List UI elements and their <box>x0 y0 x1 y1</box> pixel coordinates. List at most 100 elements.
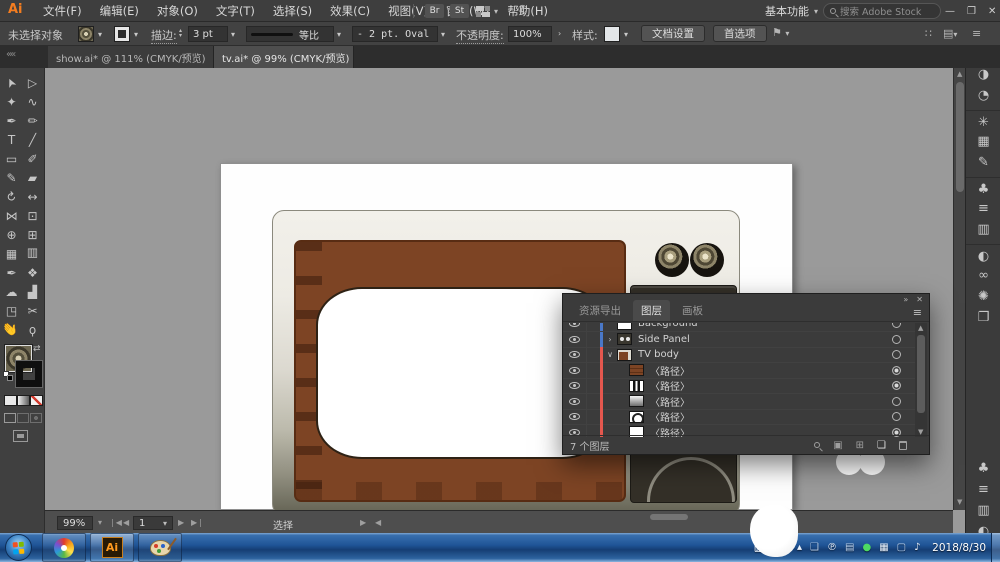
appearance-panel-icon[interactable]: ✺ <box>966 286 1000 307</box>
make-clipping-mask-icon[interactable]: ▣ <box>833 440 842 451</box>
preferences-button[interactable]: 首选项 <box>713 25 767 42</box>
transparency-panel-icon[interactable]: ◐ <box>966 244 1000 265</box>
target-icon[interactable] <box>892 323 901 328</box>
draw-normal-mode-icon[interactable] <box>4 413 16 423</box>
menu-item[interactable]: 文件(F) <box>34 0 91 22</box>
volume-tray-icon[interactable]: ♪ <box>914 542 920 553</box>
stroke-weight-stepper[interactable]: ▴▾ <box>179 28 182 38</box>
visibility-eye-icon[interactable] <box>569 398 580 405</box>
lasso-tool[interactable]: ∿ <box>22 92 43 111</box>
magic-wand-tool[interactable]: ✦ <box>1 92 22 111</box>
path-row[interactable]: 〈路径〉 <box>563 363 915 379</box>
shape-builder-tool[interactable]: ⊕ <box>1 225 22 244</box>
scrollbar-thumb[interactable] <box>917 335 925 413</box>
width-tool[interactable]: ⋈ <box>1 206 22 225</box>
new-sublayer-icon[interactable]: ⊞ <box>856 440 864 451</box>
screen-mode-icon[interactable] <box>13 430 28 442</box>
tab-layers[interactable]: 图层 <box>633 300 670 321</box>
menu-item[interactable]: 选择(S) <box>264 0 321 22</box>
menu-item[interactable]: 对象(O) <box>148 0 207 22</box>
taskbar-paint-button[interactable] <box>138 533 182 562</box>
taskbar-browser-button[interactable] <box>42 533 86 562</box>
taskbar-clock[interactable]: 2018/8/30 <box>932 533 986 562</box>
minimize-button[interactable]: — <box>945 6 955 17</box>
hand-tool[interactable]: ✋ <box>1 320 22 339</box>
rectangle-tool[interactable]: ▭ <box>1 149 22 168</box>
next-artboard-icon[interactable]: ▶ <box>178 518 184 527</box>
new-layer-icon[interactable]: ❏ <box>877 440 886 451</box>
opacity-label[interactable]: 不透明度: <box>456 27 504 44</box>
line-segment-tool[interactable]: ╱ <box>22 130 43 149</box>
scrollbar-thumb[interactable] <box>956 82 964 192</box>
rotate-tool[interactable]: ↻ <box>1 187 22 206</box>
last-artboard-icon[interactable]: ▶❘ <box>191 518 204 527</box>
recolor-artwork-icon[interactable]: ✳ <box>966 110 1000 131</box>
collapse-status-icon[interactable]: ◀ <box>375 518 381 527</box>
scroll-up-icon[interactable]: ▲ <box>957 70 962 78</box>
zoom-dropdown-icon[interactable]: ▾ <box>98 518 102 527</box>
symbol-sprayer-tool[interactable]: ☁ <box>1 282 22 301</box>
direct-selection-tool[interactable]: ▷ <box>22 73 43 92</box>
align-options-icon[interactable]: ∷ <box>925 27 932 40</box>
target-icon[interactable] <box>892 412 901 421</box>
libraries-panel-icon[interactable]: ∞ <box>966 265 1000 286</box>
target-icon[interactable] <box>892 397 901 406</box>
column-graph-tool[interactable]: ▟ <box>22 282 43 301</box>
stroke-swatch[interactable] <box>16 361 42 387</box>
blend-tool[interactable]: ❖ <box>22 263 43 282</box>
chevron-down-icon[interactable]: ▾ <box>494 7 498 16</box>
stack-panel-icon[interactable]: ▤▾ <box>943 27 957 40</box>
draw-behind-mode-icon[interactable] <box>17 413 29 423</box>
target-icon[interactable] <box>892 381 901 390</box>
chevron-down-icon[interactable]: ▾ <box>134 30 138 39</box>
default-fill-stroke-icon[interactable] <box>3 371 13 381</box>
gradient-tool[interactable]: ▥ <box>22 244 43 263</box>
expand-status-icon[interactable]: ▶ <box>360 518 366 527</box>
pen-tool[interactable]: ✒ <box>1 111 22 130</box>
eraser-tool[interactable]: ▰ <box>22 168 43 187</box>
zoom-tool[interactable]: ϙ <box>22 320 43 339</box>
target-icon[interactable] <box>892 335 901 344</box>
gradient-panel-icon[interactable]: ▥ <box>966 219 1000 240</box>
target-icon[interactable] <box>892 366 901 375</box>
vertical-scrollbar[interactable]: ▲ ▼ <box>953 68 965 510</box>
close-button[interactable]: ✕ <box>988 6 996 17</box>
fill-color-swatch[interactable] <box>78 26 94 42</box>
chevron-down-icon[interactable]: ▾ <box>624 30 628 39</box>
artboard-nav-field[interactable]: 1 ▾ <box>133 516 173 530</box>
stroke-panel-icon[interactable]: ≡ <box>966 479 1000 500</box>
panel-menu-icon[interactable]: ≡ <box>913 306 922 319</box>
first-artboard-icon[interactable]: ❘◀ <box>109 518 122 527</box>
path-row[interactable]: 〈路径〉 <box>563 410 915 426</box>
gradient-button[interactable] <box>17 395 30 406</box>
layers-scrollbar[interactable]: ▲ ▼ <box>915 323 927 437</box>
free-transform-tool[interactable]: ⊡ <box>22 206 43 225</box>
collapse-icon[interactable]: ∨ <box>603 350 617 359</box>
stroke-panel-icon[interactable]: ≡ <box>966 198 1000 219</box>
opacity-expand-icon[interactable]: › <box>558 29 561 38</box>
visibility-eye-icon[interactable] <box>569 336 580 343</box>
horizontal-scrollbar-thumb[interactable] <box>650 514 688 520</box>
scroll-down-icon[interactable]: ▼ <box>957 498 962 506</box>
workspace-options-icon[interactable]: ⚑ ▾ <box>772 26 789 39</box>
ime-tray-icon[interactable]: ℗ <box>827 542 837 553</box>
curvature-tool[interactable]: ✏ <box>22 111 43 130</box>
prev-artboard-icon[interactable]: ◀ <box>123 518 129 527</box>
restore-button[interactable]: ❐ <box>967 6 976 17</box>
taskbar-illustrator-button[interactable]: Ai <box>90 533 134 562</box>
brushes-panel-icon[interactable]: ✎ <box>966 152 1000 173</box>
artboards-panel-icon[interactable]: ❐ <box>966 307 1000 328</box>
zoom-level-field[interactable]: 99% <box>57 516 93 530</box>
chevron-down-icon[interactable]: ▾ <box>98 30 102 39</box>
artboard-tool[interactable]: ◳ <box>1 301 22 320</box>
stroke-profile-field[interactable]: 等比 <box>246 26 334 42</box>
path-row[interactable]: 〈路径〉 <box>563 394 915 410</box>
tab-tv-ai[interactable]: tv.ai* @ 99% (CMYK/预览) ✕ <box>214 46 354 68</box>
target-icon[interactable] <box>892 350 901 359</box>
draw-inside-mode-icon[interactable] <box>30 413 42 423</box>
delete-layer-icon[interactable] <box>899 441 907 450</box>
selection-tool[interactable]: ➤ <box>1 73 22 92</box>
perspective-grid-tool[interactable]: ⊞ <box>22 225 43 244</box>
visibility-eye-icon[interactable] <box>569 382 580 389</box>
visibility-eye-icon[interactable] <box>569 367 580 374</box>
